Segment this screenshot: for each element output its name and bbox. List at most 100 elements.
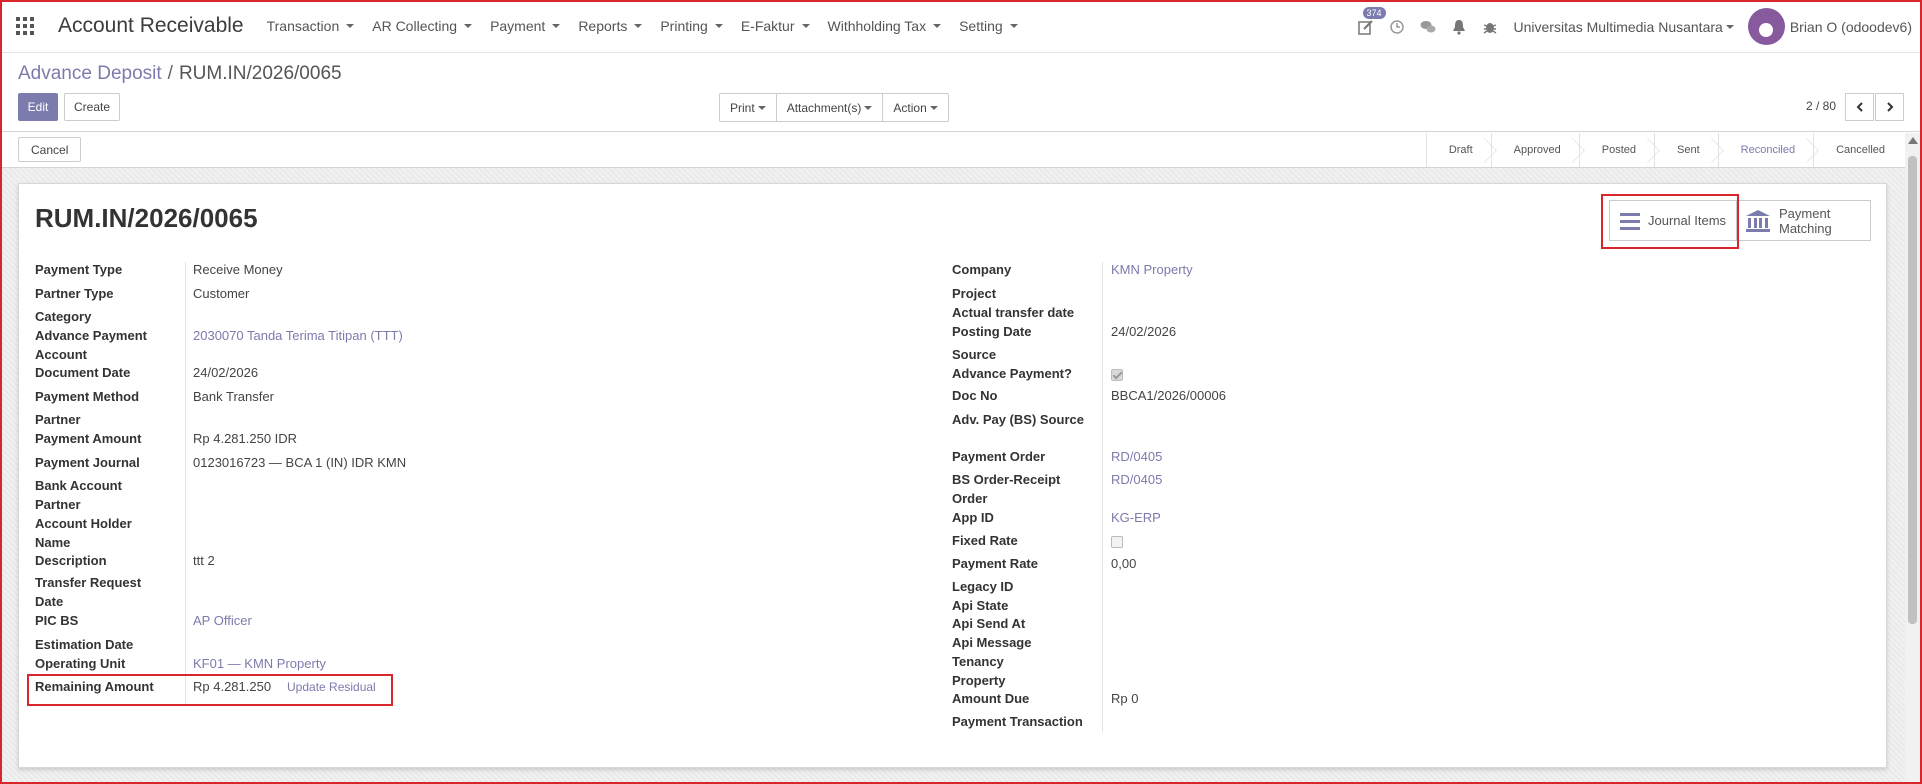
app-id-value[interactable]: KG-ERP [1111, 508, 1161, 527]
bs-order-receipt-label-line2: Order [952, 491, 988, 506]
payment-amount-value[interactable]: Rp 4.281.250 IDR [193, 429, 297, 448]
bug-icon[interactable] [1475, 0, 1506, 53]
activity-edit-icon[interactable]: 374 [1351, 0, 1386, 53]
payment-transaction-label: Payment Transaction [952, 714, 1083, 729]
company-value[interactable]: KMN Property [1111, 260, 1193, 279]
menu-printing[interactable]: Printing [651, 18, 731, 34]
stage-sent[interactable]: Sent [1654, 133, 1718, 167]
advance-account-value[interactable]: 2030070 Tanda Terima Titipan (TTT) [193, 326, 403, 345]
app-id-label: App ID [952, 510, 994, 525]
pager-next-button[interactable] [1875, 93, 1904, 121]
top-navbar: Account Receivable Transaction AR Collec… [0, 0, 1922, 53]
payment-matching-button[interactable]: Payment Matching [1738, 200, 1871, 241]
menu-ar-collecting[interactable]: AR Collecting [363, 18, 481, 34]
caret-down-icon [929, 105, 938, 110]
edit-button[interactable]: Edit [18, 93, 58, 121]
update-residual-button[interactable]: Update Residual [287, 680, 376, 694]
pic-bs-value[interactable]: AP Officer [193, 611, 252, 630]
stage-approved[interactable]: Approved [1490, 133, 1579, 167]
menu-label: Payment [490, 18, 546, 34]
doc-no-value[interactable]: BBCA1/2026/00006 [1111, 386, 1226, 405]
action-label: Action [893, 100, 927, 115]
description-value[interactable]: ttt 2 [193, 551, 215, 570]
caret-down-icon [346, 24, 355, 28]
menu-label: Setting [959, 18, 1003, 34]
posting-date-value[interactable]: 24/02/2026 [1111, 322, 1176, 341]
app-title: Account Receivable [58, 14, 244, 37]
fixed-rate-checkbox[interactable] [1111, 536, 1123, 548]
caret-down-icon [757, 105, 766, 110]
menu-e-faktur[interactable]: E-Faktur [732, 18, 819, 34]
menu-transaction[interactable]: Transaction [258, 18, 364, 34]
avatar [1747, 8, 1785, 45]
create-button[interactable]: Create [64, 93, 120, 121]
payment-rate-value[interactable]: 0,00 [1111, 554, 1136, 573]
stage-cancelled[interactable]: Cancelled [1813, 133, 1903, 167]
api-send-at-label: Api Send At [952, 616, 1026, 631]
attachments-button[interactable]: Attachment(s) [777, 94, 884, 121]
scroll-up-arrow-icon[interactable] [1908, 137, 1918, 144]
journal-items-button[interactable]: Journal Items [1609, 200, 1737, 241]
company-name: Universitas Multimedia Nusantara [1513, 18, 1723, 35]
payment-journal-value[interactable]: 0123016723 — BCA 1 (IN) IDR KMN [193, 453, 406, 472]
navbar-right: 374 Universitas Multimedia Nusantara Bri… [1351, 0, 1922, 53]
partner-type-value[interactable]: Customer [193, 284, 249, 303]
clock-icon[interactable] [1382, 0, 1413, 53]
bell-icon[interactable] [1444, 0, 1475, 53]
breadcrumb-current: RUM.IN/2026/0065 [178, 63, 342, 84]
user-name: Brian O (odoodev6) [1789, 18, 1912, 35]
user-menu[interactable]: Brian O (odoodev6) [1747, 8, 1922, 45]
apps-grid-icon[interactable] [0, 0, 50, 53]
menu-label: E-Faktur [740, 18, 795, 34]
bank-account-label-line2: Partner [35, 497, 81, 512]
menu-setting[interactable]: Setting [950, 18, 1027, 34]
remaining-amount-label: Remaining Amount [35, 679, 154, 694]
payment-method-value[interactable]: Bank Transfer [193, 387, 274, 406]
record-title: RUM.IN/2026/0065 [35, 203, 258, 233]
pager-value[interactable]: 2 / 80 [1806, 99, 1836, 113]
bs-order-receipt-label: BS Order-Receipt Order [952, 470, 1060, 508]
stage-draft[interactable]: Draft [1425, 133, 1491, 167]
pager-previous-button[interactable] [1845, 93, 1874, 121]
chat-icon[interactable] [1413, 0, 1444, 53]
caret-down-icon [1009, 24, 1018, 28]
action-button-group: Print Attachment(s) Action [719, 93, 949, 122]
bank-account-label-line1: Bank Account [35, 478, 122, 493]
caret-down-icon [464, 24, 473, 28]
menu-payment[interactable]: Payment [481, 18, 569, 34]
payment-order-value[interactable]: RD/0405 [1111, 447, 1162, 466]
payment-rate-label: Payment Rate [952, 556, 1038, 571]
operating-unit-value[interactable]: KF01 — KMN Property [193, 654, 326, 673]
breadcrumb-separator: / [167, 63, 173, 84]
print-label: Print [730, 100, 755, 115]
stage-posted[interactable]: Posted [1578, 133, 1654, 167]
vertical-scrollbar[interactable] [1905, 133, 1920, 782]
cancel-button[interactable]: Cancel [18, 137, 82, 162]
stage-reconciled[interactable]: Reconciled [1717, 133, 1813, 167]
legacy-id-label: Legacy ID [952, 579, 1014, 594]
payment-order-label: Payment Order [952, 449, 1046, 464]
source-label: Source [952, 347, 997, 362]
amount-due-value: Rp 0 [1111, 691, 1139, 706]
caret-down-icon [801, 24, 810, 28]
payment-type-value[interactable]: Receive Money [193, 260, 283, 279]
document-date-value[interactable]: 24/02/2026 [193, 363, 258, 382]
action-button[interactable]: Action [883, 94, 947, 121]
status-stages: Draft Approved Posted Sent Reconciled Ca… [1425, 133, 1903, 167]
payment-matching-label: Payment Matching [1779, 206, 1832, 236]
document-date-label: Document Date [35, 365, 131, 380]
menu-withholding-tax[interactable]: Withholding Tax [819, 18, 951, 34]
breadcrumb-parent[interactable]: Advance Deposit [18, 63, 162, 85]
transfer-request-label-line2: Date [35, 594, 64, 609]
bs-order-receipt-value[interactable]: RD/0405 [1111, 470, 1162, 489]
holder-name-label-line2: Name [35, 535, 71, 550]
advance-payment-checkbox[interactable] [1111, 369, 1123, 381]
scroll-thumb[interactable] [1908, 156, 1917, 624]
caret-down-icon [714, 24, 723, 28]
payment-amount-label: Payment Amount [35, 431, 142, 446]
company-switcher[interactable]: Universitas Multimedia Nusantara [1506, 19, 1748, 35]
menu-reports[interactable]: Reports [569, 18, 651, 34]
print-button[interactable]: Print [720, 94, 777, 121]
payment-journal-label: Payment Journal [35, 455, 140, 470]
caret-down-icon [552, 24, 561, 28]
